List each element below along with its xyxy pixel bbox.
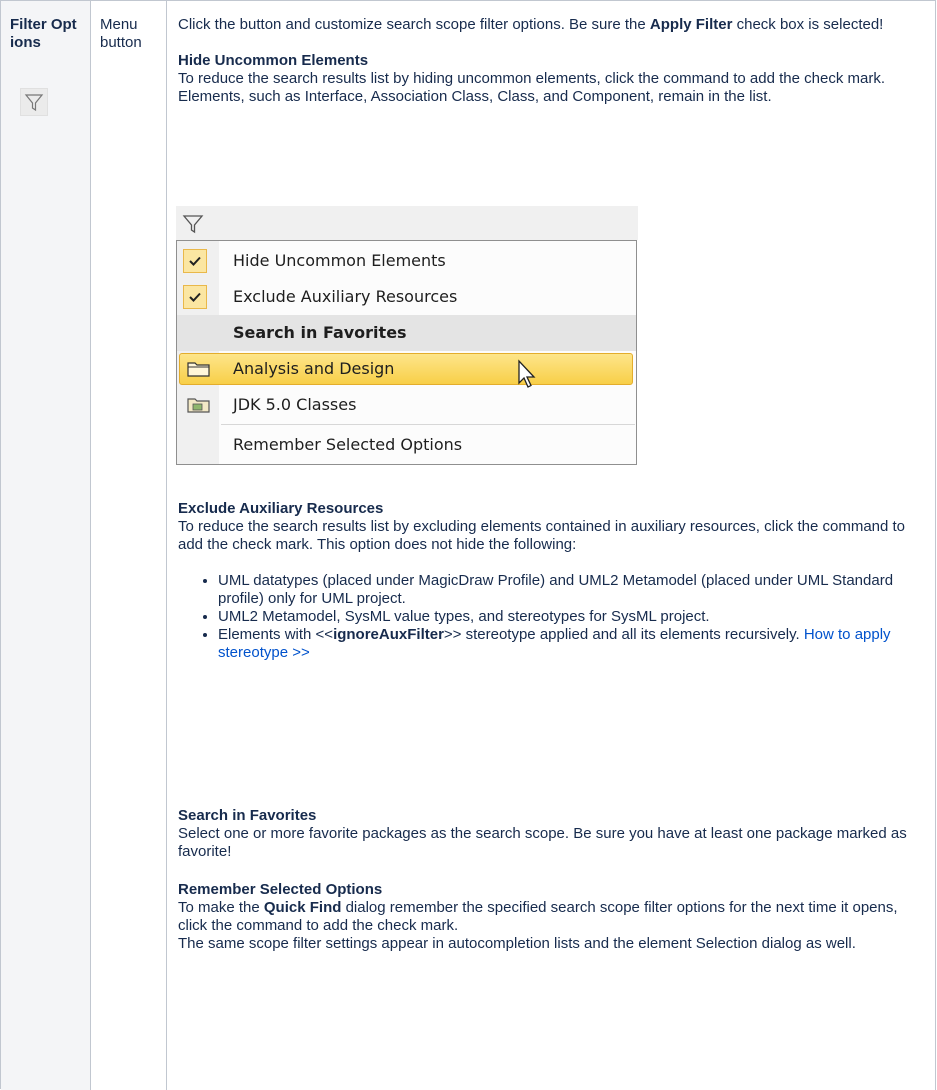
filter-menu-screenshot: Hide Uncommon Elements Exclude Auxiliary… — [176, 206, 638, 465]
check-icon — [183, 285, 207, 309]
filter-icon — [20, 88, 48, 116]
description: Click the button and customize search sc… — [178, 16, 923, 106]
option-name: Filter Options — [10, 16, 77, 51]
intro-paragraph: Click the button and customize search sc… — [178, 16, 884, 33]
remember-options-note: The same scope filter settings appear in… — [178, 935, 856, 952]
folder-icon — [187, 362, 210, 377]
exclude-aux-list: UML datatypes (placed under MagicDraw Pr… — [178, 572, 923, 662]
hide-uncommon-heading: Hide Uncommon Elements — [178, 52, 369, 69]
option-type: Menu button — [100, 16, 142, 51]
remember-options-heading: Remember Selected Options — [178, 881, 383, 898]
menu-item-jdk[interactable]: JDK 5.0 Classes — [177, 387, 636, 423]
remember-options-body: To make the Quick Find dialog remember t… — [178, 899, 898, 934]
menu-item-remember-options[interactable]: Remember Selected Options — [177, 427, 636, 463]
filter-icon — [182, 215, 204, 234]
list-item: Elements with <<ignoreAuxFilter>> stereo… — [218, 626, 923, 662]
menu-item-exclude-aux[interactable]: Exclude Auxiliary Resources — [177, 279, 636, 315]
menu-item-hide-uncommon[interactable]: Hide Uncommon Elements — [177, 243, 636, 279]
search-favorites-heading: Search in Favorites — [178, 807, 317, 824]
remember-options-section: Remember Selected Options To make the Qu… — [178, 881, 923, 953]
option-type-cell — [91, 1, 167, 1090]
check-icon — [183, 249, 207, 273]
exclude-aux-heading: Exclude Auxiliary Resources — [178, 500, 384, 517]
list-item: UML2 Metamodel, SysML value types, and s… — [218, 608, 923, 626]
mouse-cursor-icon — [518, 359, 536, 388]
exclude-aux-section: Exclude Auxiliary Resources To reduce th… — [178, 500, 923, 662]
list-item: UML datatypes (placed under MagicDraw Pr… — [218, 572, 923, 608]
menu-toolbar — [176, 206, 638, 240]
hide-uncommon-body: To reduce the search results list by hid… — [178, 70, 885, 105]
filter-menu: Hide Uncommon Elements Exclude Auxiliary… — [176, 240, 637, 465]
search-favorites-section: Search in Favorites Select one or more f… — [178, 807, 923, 861]
option-name-cell — [1, 1, 91, 1090]
menu-item-analysis-design[interactable]: Analysis and Design — [177, 351, 636, 388]
menu-header-search-favorites: Search in Favorites — [177, 315, 636, 351]
search-favorites-body: Select one or more favorite packages as … — [178, 825, 907, 860]
exclude-aux-body: To reduce the search results list by exc… — [178, 518, 906, 553]
folder-library-icon — [187, 398, 210, 413]
